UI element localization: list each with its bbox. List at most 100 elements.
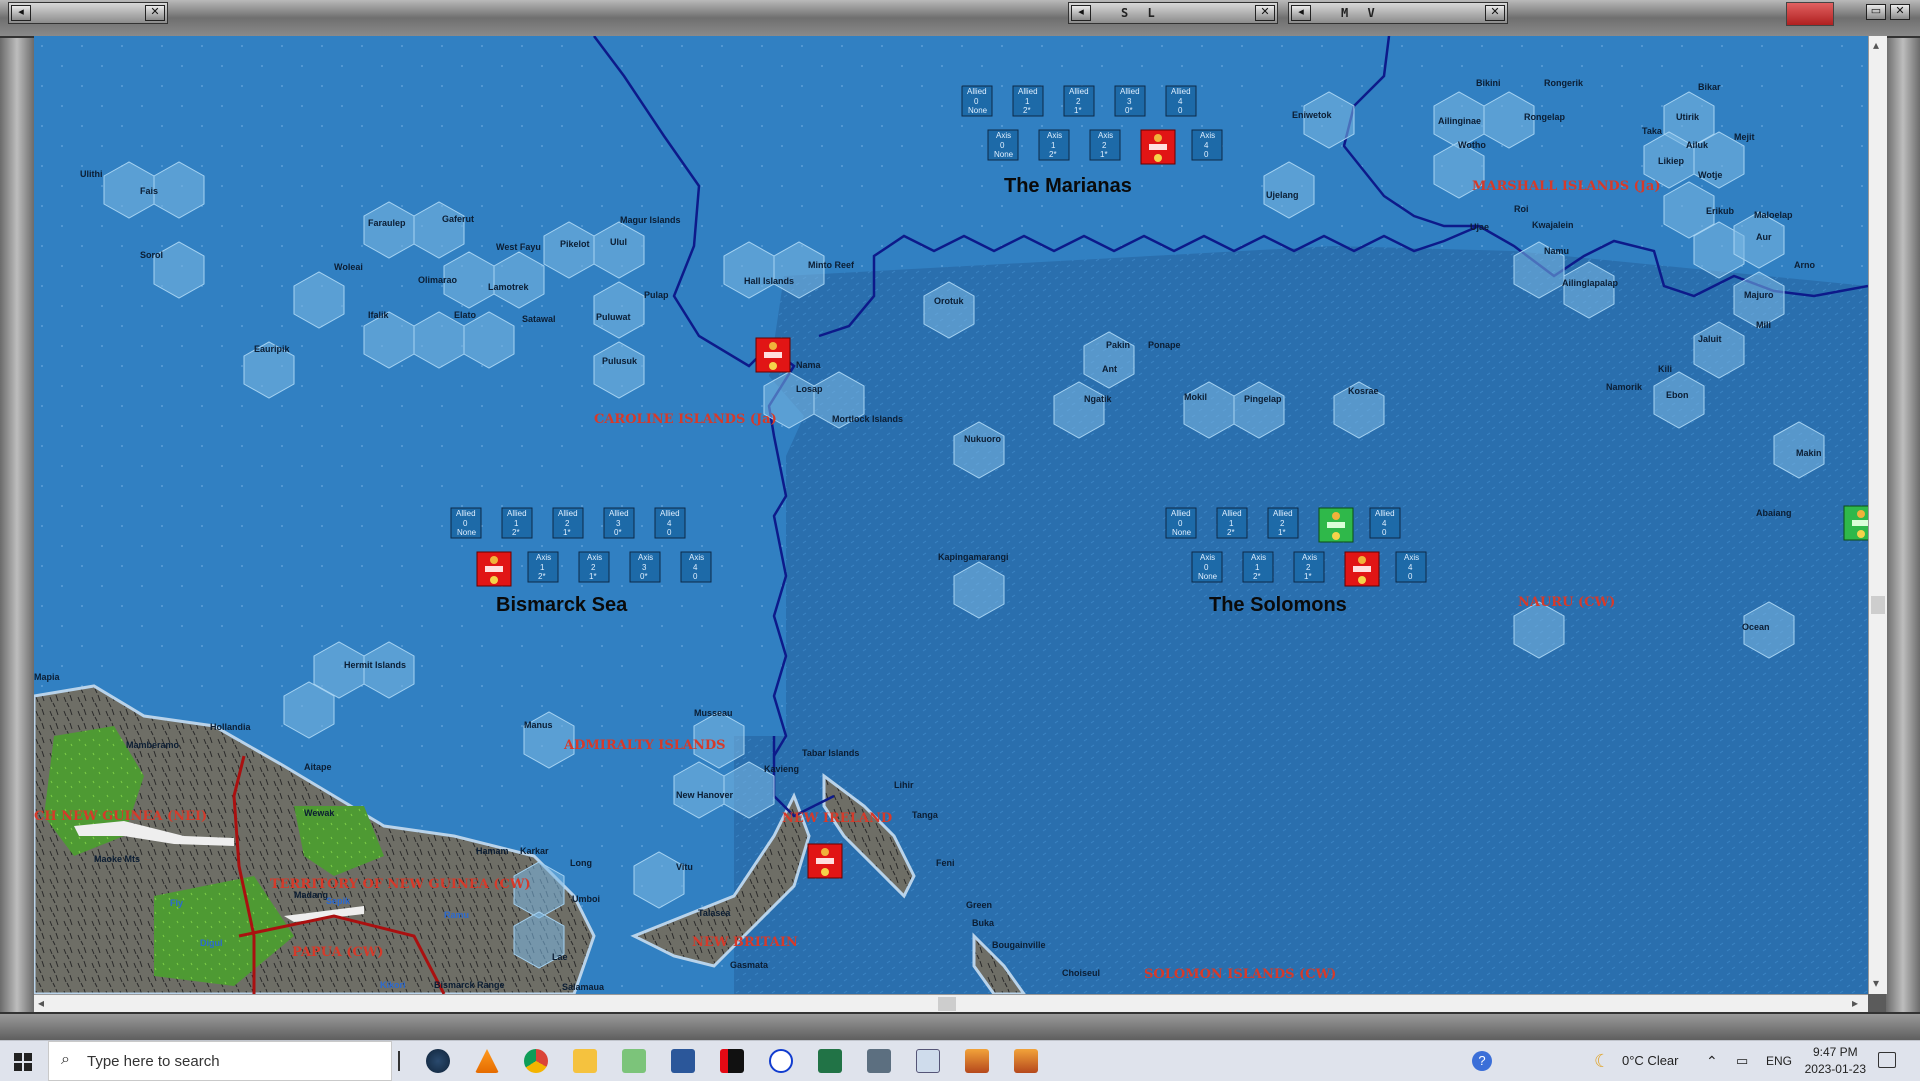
island-label: West Fayu	[496, 242, 541, 252]
box-sub: 0	[1408, 572, 1413, 581]
island-label: Magur Islands	[620, 215, 681, 225]
island-label: Mortlock Islands	[832, 414, 903, 424]
word-icon[interactable]	[671, 1049, 695, 1073]
region-label: NAURU (CW)	[1518, 595, 1615, 610]
naval-unit-counter[interactable]	[755, 337, 791, 373]
netflix-icon[interactable]	[720, 1049, 744, 1073]
panel-mv[interactable]: ◂ M V ✕	[1288, 2, 1508, 24]
box-label: Axis	[1200, 131, 1215, 140]
vlc-icon[interactable]	[475, 1049, 499, 1073]
help-icon[interactable]: ?	[1472, 1051, 1492, 1071]
panel-mv-button[interactable]: ◂	[1291, 5, 1311, 21]
box-label: Allied	[1222, 509, 1242, 518]
box-label: Axis	[1200, 553, 1215, 562]
island-label: Eauripik	[254, 344, 291, 354]
box-label: Allied	[967, 87, 987, 96]
weather-text[interactable]: 0°C Clear	[1622, 1041, 1679, 1081]
box-value: 1	[1255, 563, 1260, 572]
box-label: Axis	[1404, 553, 1419, 562]
horizontal-scrollbar[interactable]: ◂ ▸	[34, 994, 1868, 1013]
horizontal-scroll-thumb[interactable]	[938, 997, 956, 1011]
search-placeholder: Type here to search	[87, 1053, 220, 1070]
language-indicator[interactable]: ENG	[1766, 1041, 1792, 1081]
island-label: Lihir	[894, 780, 914, 790]
game-map[interactable]: The Marianas Bismarck Sea The Solomons C…	[34, 36, 1868, 994]
panel-mv-close[interactable]: ✕	[1485, 5, 1505, 21]
island-label: Kwajalein	[1532, 220, 1574, 230]
island-label: Nama	[796, 360, 822, 370]
file-explorer-icon[interactable]	[573, 1049, 597, 1073]
minimize-icon[interactable]: ▭	[1866, 4, 1886, 20]
close-window-icon[interactable]: ✕	[1890, 4, 1910, 20]
allied-unit-counter[interactable]	[1843, 505, 1868, 541]
panel-left-close[interactable]: ✕	[145, 5, 165, 21]
taskbar-search[interactable]: ⌕ Type here to search	[48, 1041, 392, 1081]
scroll-right-icon[interactable]: ▸	[1852, 996, 1858, 1010]
box-label: Allied	[660, 509, 680, 518]
box-sub: 0*	[640, 572, 648, 581]
chrome-icon[interactable]	[524, 1049, 548, 1073]
excel-icon[interactable]	[818, 1049, 842, 1073]
disney-icon[interactable]	[769, 1049, 793, 1073]
search-icon: ⌕	[61, 1051, 70, 1068]
window-app-icon[interactable]	[916, 1049, 940, 1073]
island-label: Lamotrek	[488, 282, 530, 292]
island-label: Likiep	[1658, 156, 1685, 166]
panel-sl-button[interactable]: ◂	[1071, 5, 1091, 21]
region-label: MARSHALL ISLANDS (Ja)	[1472, 179, 1661, 194]
island-label: Ant	[1102, 364, 1117, 374]
box-label: Allied	[558, 509, 578, 518]
island-label: Aitape	[304, 762, 332, 772]
scroll-down-icon[interactable]: ▾	[1873, 976, 1879, 990]
island-label: Ailinglapalap	[1562, 278, 1619, 288]
flag-icon[interactable]	[1786, 2, 1834, 26]
island-label: Ponape	[1148, 340, 1181, 350]
island-label: Mokil	[1184, 392, 1207, 402]
notification-icon[interactable]	[1878, 1052, 1896, 1068]
naval-unit-counter[interactable]	[1344, 551, 1380, 587]
island-label: Roi	[1514, 204, 1529, 214]
network-icon[interactable]: ▭	[1736, 1041, 1748, 1081]
island-label: Salamaua	[562, 982, 605, 992]
box-sub: 1*	[589, 572, 597, 581]
game-app-icon-2[interactable]	[1014, 1049, 1038, 1073]
island-label: Madang	[294, 890, 328, 900]
box-label: Axis	[689, 553, 704, 562]
box-value: 1	[514, 519, 519, 528]
naval-unit-counter[interactable]	[1140, 129, 1176, 165]
chevron-up-icon[interactable]: ⌃	[1706, 1041, 1718, 1081]
calculator-icon[interactable]	[867, 1049, 891, 1073]
panel-sl[interactable]: ◂ S L ✕	[1068, 2, 1278, 24]
island-label: Ebon	[1666, 390, 1689, 400]
vertical-scrollbar[interactable]: ▴ ▾	[1868, 36, 1887, 994]
naval-unit-counter[interactable]	[807, 843, 843, 879]
island-label: Ocean	[1742, 622, 1770, 632]
windows-start-icon[interactable]	[14, 1053, 32, 1071]
island-label: Rongerik	[1544, 78, 1584, 88]
notepad-icon[interactable]	[622, 1049, 646, 1073]
allied-unit-counter[interactable]	[1318, 507, 1354, 543]
scroll-up-icon[interactable]: ▴	[1873, 38, 1879, 52]
island-label: Manus	[524, 720, 553, 730]
box-label: Allied	[1171, 509, 1191, 518]
box-label: Allied	[1018, 87, 1038, 96]
task-view-icon[interactable]	[398, 1051, 400, 1071]
island-label: Satawal	[522, 314, 556, 324]
panel-sl-close[interactable]: ✕	[1255, 5, 1275, 21]
island-label: Taka	[1642, 126, 1663, 136]
scroll-left-icon[interactable]: ◂	[38, 996, 44, 1010]
clock[interactable]: 9:47 PM 2023-01-23	[1805, 1044, 1866, 1078]
panel-left-button[interactable]: ◂	[11, 5, 31, 21]
box-value: 0	[1000, 141, 1005, 150]
naval-unit-counter[interactable]	[476, 551, 512, 587]
vertical-scroll-thumb[interactable]	[1871, 596, 1885, 614]
island-label: Musseau	[694, 708, 733, 718]
game-app-icon[interactable]	[965, 1049, 989, 1073]
sea-name-solomons: The Solomons	[1209, 594, 1347, 616]
island-label: Puluwat	[596, 312, 631, 322]
box-sub: 2*	[1253, 572, 1261, 581]
panel-left[interactable]: ◂ ✕	[8, 2, 168, 24]
box-value: 0	[1178, 519, 1183, 528]
steam-icon[interactable]	[426, 1049, 450, 1073]
box-label: Allied	[1069, 87, 1089, 96]
